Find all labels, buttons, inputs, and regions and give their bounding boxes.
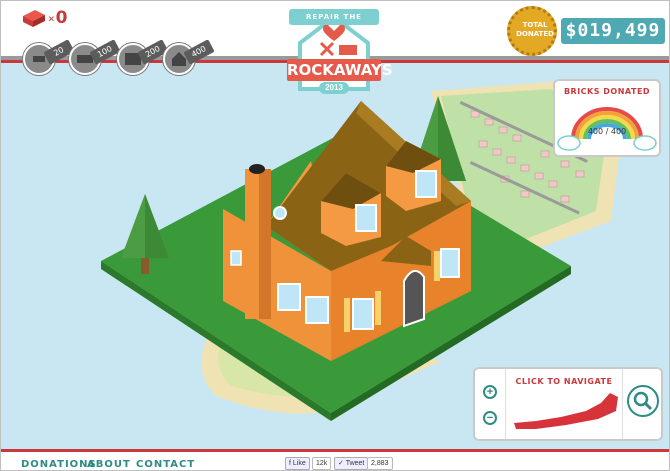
tweet-count: 2,883 <box>367 457 393 470</box>
footer-link-contact[interactable]: CONTACT <box>136 459 195 470</box>
rainbow-icon <box>557 107 657 151</box>
bricks-donated-count: 400 / 400 <box>587 127 627 136</box>
total-label-1: TOTAL <box>522 21 548 29</box>
like-label: Like <box>292 460 306 467</box>
cloud-icon <box>633 135 657 151</box>
attic-window <box>273 206 287 220</box>
footer-link-donations[interactable]: DONATIONS <box>21 459 97 470</box>
tweet-label: Tweet <box>345 460 365 467</box>
zoom-out-button[interactable]: − <box>483 411 497 425</box>
bricks-icon <box>339 45 357 55</box>
like-count: 12k <box>312 457 332 470</box>
game-frame: × 0 20 100 200 400 REPAIR THE ROCKAWAYS … <box>0 0 670 471</box>
footer-link-about[interactable]: ABOUT <box>87 459 131 470</box>
logo[interactable]: REPAIR THE ROCKAWAYS 2013 <box>285 3 393 103</box>
brick-icon <box>23 10 45 27</box>
bricks-donated-panel: BRICKS DONATED 400 / 400 <box>553 79 661 157</box>
brick-multiplier: × <box>48 11 55 25</box>
brick-count: 0 <box>55 8 68 28</box>
magnifier-icon <box>633 391 653 411</box>
logo-year: 2013 <box>319 82 349 94</box>
total-label-2: DONATED <box>516 30 554 38</box>
bird-icon: ✓ <box>338 460 344 467</box>
total-badge: TOTAL DONATED <box>507 6 557 56</box>
navigator-title: CLICK TO NAVIGATE <box>515 377 613 386</box>
cloud-icon <box>557 135 581 151</box>
navigator-panel: + − CLICK TO NAVIGATE <box>473 367 663 441</box>
facebook-like-button[interactable]: f Like <box>285 457 310 470</box>
total-amount: $019,499 <box>561 18 665 44</box>
bottom-bar: DONATIONS ABOUT CONTACT f Like 12k ✓ Twe… <box>1 449 669 470</box>
front-door[interactable] <box>403 270 425 328</box>
tweet-button[interactable]: ✓ Tweet <box>334 457 369 470</box>
brick-inventory: × 0 <box>23 8 67 28</box>
navigator-map[interactable]: CLICK TO NAVIGATE <box>505 369 623 439</box>
zoom-in-button[interactable]: + <box>483 385 497 399</box>
navigator-search-button[interactable] <box>627 385 659 417</box>
logo-top-text: REPAIR THE <box>289 9 379 25</box>
logo-name: ROCKAWAYS <box>287 59 393 81</box>
